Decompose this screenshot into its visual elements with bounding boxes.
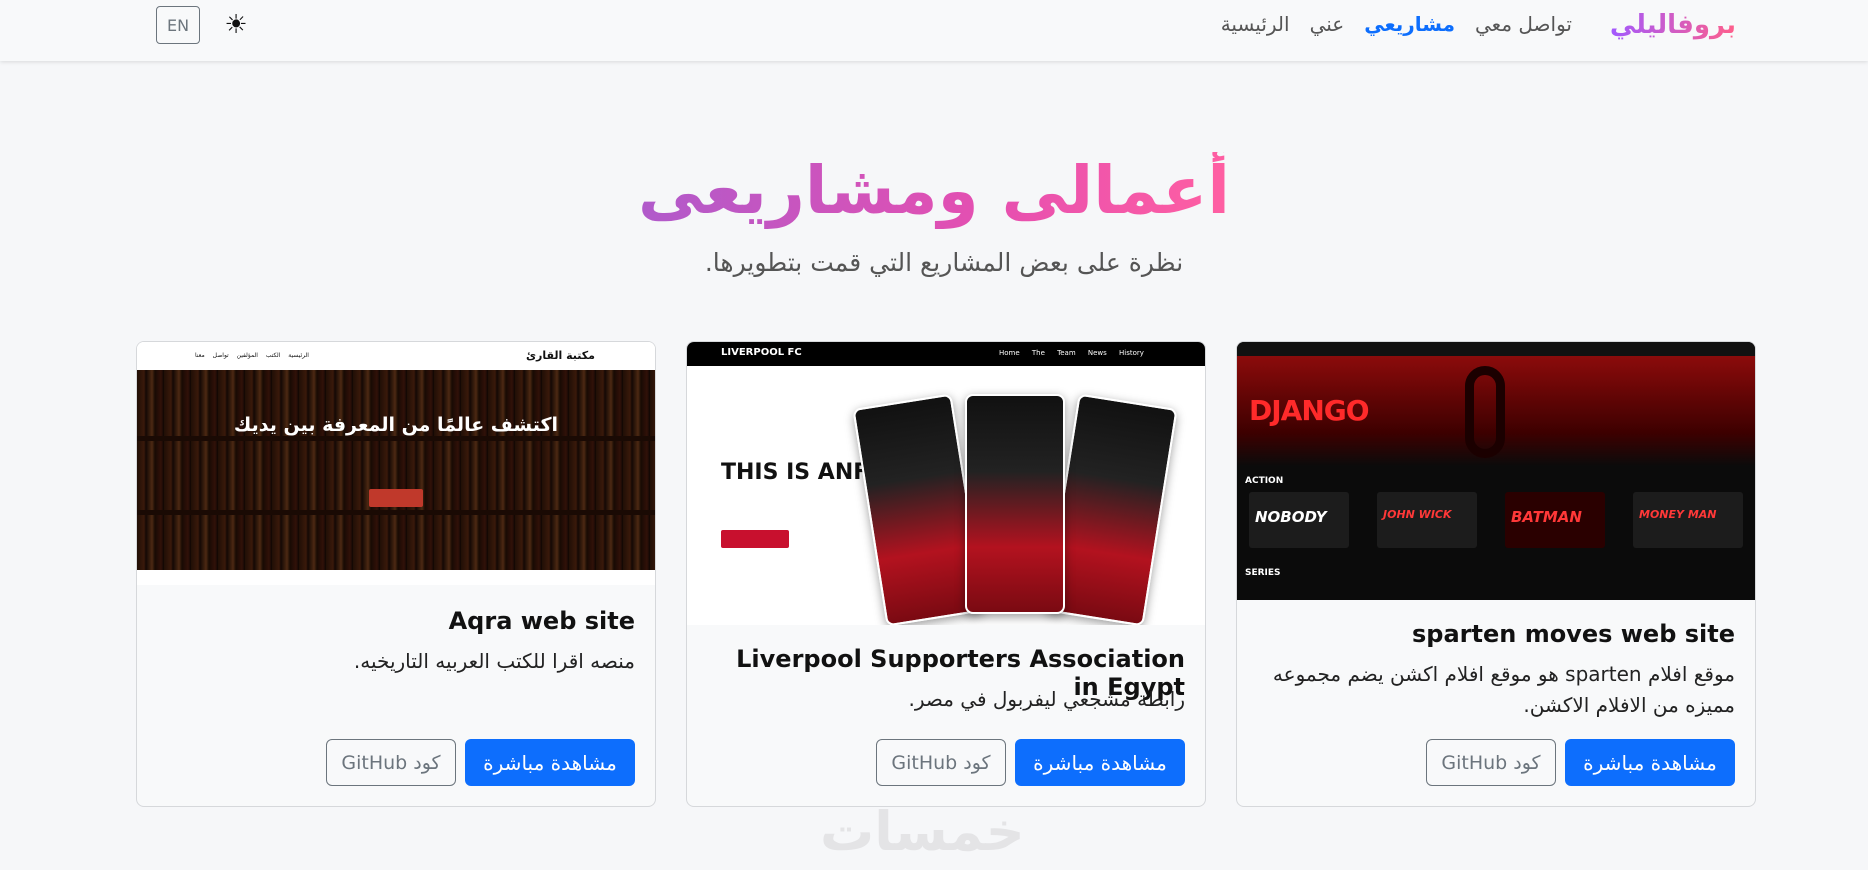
shelf-divider <box>137 436 655 441</box>
nav-link-home[interactable]: الرئيسية <box>1221 12 1290 36</box>
github-code-button[interactable]: كود GitHub <box>1426 739 1556 786</box>
section-subtitle: نظرة على بعض المشاريع التي قمت بتطويرها. <box>704 248 1184 277</box>
live-demo-button[interactable]: مشاهدة مباشرة <box>1015 739 1185 786</box>
project-description: موقع افلام sparten هو موقع افلام اكشن يض… <box>1272 662 1735 717</box>
project-card-liverpool: LIVERPOOL FC Home The Team News History … <box>686 341 1206 807</box>
preview-logo: مكتبة القارئ <box>525 349 595 362</box>
project-preview-image[interactable]: DJANGO ACTION NOBODY JOHN WICK BATMAN MO… <box>1237 342 1755 600</box>
chain-graphic <box>1465 366 1505 458</box>
navbar: بروفاليلي الرئيسية عني مشاريعي تواصل معي… <box>0 0 1868 61</box>
movie-tile: JOHN WICK <box>1377 492 1477 548</box>
preview-navbar: مكتبة القارئ الرئيسية الكتب المؤلفين توا… <box>137 342 655 370</box>
project-title: sparten moves web site <box>1412 620 1735 648</box>
project-title: Aqra web site <box>448 607 635 635</box>
github-code-button[interactable]: كود GitHub <box>326 739 456 786</box>
project-preview-image[interactable]: LIVERPOOL FC Home The Team News History … <box>687 342 1205 625</box>
movie-tile: BATMAN <box>1505 492 1605 548</box>
preview-nav: الرئيسية الكتب المؤلفين تواصل معنا <box>195 352 309 359</box>
live-demo-button[interactable]: مشاهدة مباشرة <box>1565 739 1735 786</box>
preview-button <box>369 489 423 507</box>
nav-link-contact[interactable]: تواصل معي <box>1475 12 1572 36</box>
movie-tile: MONEY MAN <box>1633 492 1743 548</box>
project-preview-image[interactable]: مكتبة القارئ الرئيسية الكتب المؤلفين توا… <box>137 342 655 585</box>
nav-link-projects[interactable]: مشاريعي <box>1364 12 1455 36</box>
preview-navbar <box>1237 342 1755 356</box>
sun-icon[interactable]: ☀ <box>222 10 250 38</box>
shelf-divider <box>137 510 655 515</box>
language-button[interactable]: EN <box>156 6 200 44</box>
preview-row-label: SERIES <box>1245 568 1281 578</box>
preview-hero: DJANGO <box>1237 356 1755 466</box>
nav-links: الرئيسية عني مشاريعي تواصل معي <box>1221 12 1572 36</box>
project-description: منصه اقرا للكتب العربيه التاريخيه. <box>353 649 635 673</box>
preview-logo: LIVERPOOL FC <box>721 347 802 358</box>
phone-mockup <box>965 394 1065 614</box>
preview-logo: DJANGO <box>1249 394 1370 427</box>
preview-nav: Home The Team News History <box>999 349 1144 357</box>
project-description: رابطة مشجعي ليفربول في مصر. <box>908 687 1185 711</box>
github-code-button[interactable]: كود GitHub <box>876 739 1006 786</box>
watermark-logo: خمسات <box>820 800 1025 863</box>
preview-hero-text: اكتشف عالمًا من المعرفة بين يديك <box>233 414 559 436</box>
movie-tile: NOBODY <box>1249 492 1349 548</box>
project-card-sparten: DJANGO ACTION NOBODY JOHN WICK BATMAN MO… <box>1236 341 1756 807</box>
preview-row-label: ACTION <box>1245 476 1284 486</box>
preview-button <box>721 530 789 548</box>
section-title: أعمالى ومشاريعى <box>638 152 1230 229</box>
preview-navbar: LIVERPOOL FC Home The Team News History <box>687 342 1205 366</box>
brand-logo[interactable]: بروفاليلي <box>1610 10 1736 40</box>
nav-link-about[interactable]: عني <box>1310 12 1345 36</box>
hero-overlay <box>137 370 655 570</box>
project-card-aqra: مكتبة القارئ الرئيسية الكتب المؤلفين توا… <box>136 341 656 807</box>
live-demo-button[interactable]: مشاهدة مباشرة <box>465 739 635 786</box>
